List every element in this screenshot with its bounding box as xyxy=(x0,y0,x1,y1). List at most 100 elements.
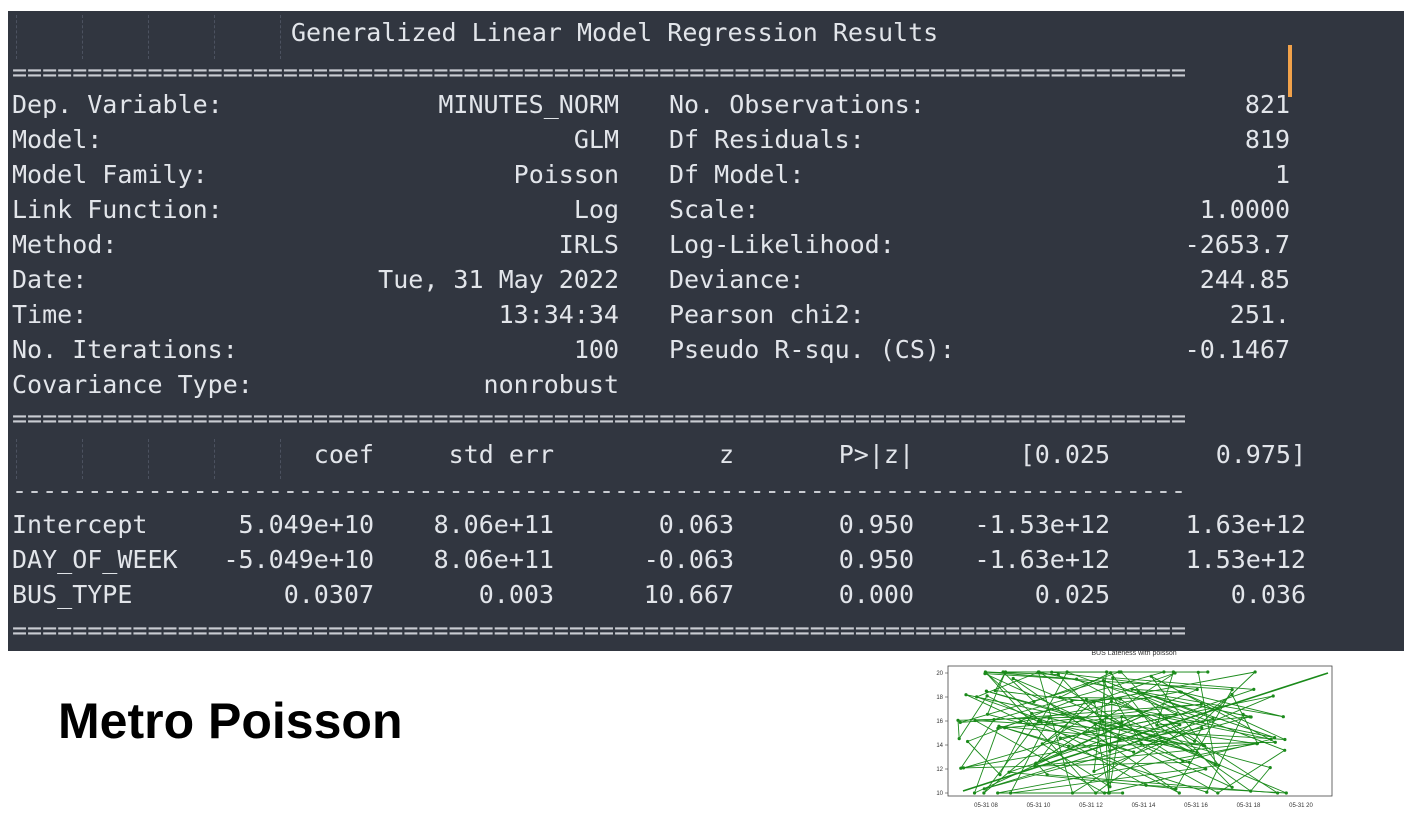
data-point xyxy=(1178,723,1182,727)
coef-variable-name: DAY_OF_WEEK xyxy=(12,545,178,574)
data-point xyxy=(1040,742,1044,746)
lateness-chart-thumbnail: BUS Lateness with poisson 20 18 16 14 12 10 0… xyxy=(936,650,1333,809)
summary-label-2: Pearson chi2: xyxy=(669,300,865,329)
terminal-window[interactable]: Generalized Linear Model Regression Resu… xyxy=(8,11,1404,651)
data-point xyxy=(1139,741,1143,745)
col-ci-high: 0.975] xyxy=(1215,440,1306,469)
data-point xyxy=(1094,791,1098,795)
data-point xyxy=(1030,711,1034,716)
data-point xyxy=(1037,670,1041,674)
data-point xyxy=(1050,670,1054,674)
data-point xyxy=(1195,687,1199,692)
data-point xyxy=(1162,670,1166,674)
data-point xyxy=(972,791,977,795)
data-point xyxy=(1070,699,1074,703)
data-point xyxy=(1136,689,1141,694)
summary-row: Model: GLM Df Residuals: 819 xyxy=(8,122,1404,157)
summary-row: Date: Tue, 31 May 2022 Deviance: 244.85 xyxy=(8,262,1404,297)
data-point xyxy=(1241,712,1245,716)
y-tick-label: 20 xyxy=(936,671,943,677)
summary-label-2: Deviance: xyxy=(669,265,805,294)
summary-label: Date: xyxy=(12,265,88,294)
data-point xyxy=(1107,791,1111,795)
summary-value: 13:34:34 xyxy=(498,300,619,329)
data-point xyxy=(1058,736,1062,740)
data-point xyxy=(1201,720,1205,724)
summary-value: MINUTES_NORM xyxy=(438,90,619,119)
data-point xyxy=(1101,720,1105,724)
summary-label-2: Df Model: xyxy=(669,160,805,189)
coef-cell: -0.063 xyxy=(643,545,734,574)
coef-cell: 0.0307 xyxy=(283,580,374,609)
data-point xyxy=(1120,715,1124,719)
coef-variable-name: Intercept xyxy=(12,510,148,539)
summary-value-2: 1.0000 xyxy=(1199,195,1290,224)
data-point xyxy=(1195,750,1199,754)
coef-cell: 10.667 xyxy=(643,580,734,609)
data-point xyxy=(1065,670,1069,674)
data-point xyxy=(1084,697,1088,702)
y-tick-label: 12 xyxy=(936,767,943,773)
data-point xyxy=(1255,741,1260,745)
summary-value-2: 1 xyxy=(1274,160,1290,189)
rule-double: ========================================… xyxy=(12,59,1186,87)
col-ci-low: [0.025 xyxy=(1019,440,1110,469)
rule-double: ========================================… xyxy=(12,617,1186,645)
data-point xyxy=(1034,761,1038,765)
summary-row: Method: IRLS Log-Likelihood: -2653.7 xyxy=(8,227,1404,262)
coef-cell: 0.003 xyxy=(478,580,554,609)
data-point xyxy=(1268,766,1272,770)
summary-row: Time: 13:34:34 Pearson chi2: 251. xyxy=(8,297,1404,332)
summary-value: Tue, 31 May 2022 xyxy=(378,265,619,294)
data-point xyxy=(1249,789,1253,793)
data-point xyxy=(1196,670,1200,674)
data-point xyxy=(1009,791,1013,795)
data-point xyxy=(964,693,968,697)
data-point xyxy=(1230,785,1234,789)
data-point xyxy=(1032,700,1036,704)
data-point xyxy=(1045,773,1049,777)
coef-cell: 1.53e+12 xyxy=(1185,545,1306,574)
data-point xyxy=(1144,696,1148,700)
data-point xyxy=(1120,720,1124,724)
data-point xyxy=(1092,700,1096,704)
data-point xyxy=(997,724,1001,728)
coef-row: BUS_TYPE 0.0307 0.003 10.667 0.000 0.025 0.036 xyxy=(8,577,1404,612)
data-point xyxy=(1149,674,1153,678)
data-point xyxy=(1157,712,1161,716)
data-point xyxy=(1003,670,1008,674)
summary-value: GLM xyxy=(573,125,619,154)
data-point xyxy=(1200,726,1204,730)
summary-value: nonrobust xyxy=(483,370,619,399)
data-point xyxy=(1171,670,1175,674)
data-point xyxy=(1205,790,1209,794)
x-tick-label: 05-31 14 xyxy=(1132,803,1156,809)
coef-cell: -1.53e+12 xyxy=(974,510,1110,539)
summary-value: IRLS xyxy=(558,230,619,259)
data-point xyxy=(1179,690,1183,694)
data-point xyxy=(1193,739,1197,743)
data-point xyxy=(985,712,990,716)
data-point xyxy=(957,737,961,741)
data-point xyxy=(1177,791,1181,795)
summary-row: Link Function: Log Scale: 1.0000 xyxy=(8,192,1404,227)
data-point xyxy=(1269,737,1273,741)
data-point xyxy=(1092,769,1096,773)
x-ticks: 05-31 08 05-31 10 05-31 12 05-31 14 05-31 16… xyxy=(974,803,1313,809)
coef-cell: 0.950 xyxy=(838,545,914,574)
data-point xyxy=(975,695,979,699)
coef-cell: 0.025 xyxy=(1034,580,1110,609)
coef-cell: 0.063 xyxy=(658,510,734,539)
data-point xyxy=(984,671,988,675)
data-point xyxy=(1199,702,1203,706)
coef-cell: 8.06e+11 xyxy=(433,545,554,574)
summary-label-2: Df Residuals: xyxy=(669,125,865,154)
data-point xyxy=(1132,750,1136,754)
data-point xyxy=(1109,699,1113,704)
data-point xyxy=(996,791,1000,795)
data-point xyxy=(1101,679,1105,683)
coef-cell: 0.000 xyxy=(838,580,914,609)
x-tick-label: 05-31 18 xyxy=(1237,803,1261,809)
data-point xyxy=(1213,762,1217,766)
x-tick-label: 05-31 10 xyxy=(1027,803,1051,809)
